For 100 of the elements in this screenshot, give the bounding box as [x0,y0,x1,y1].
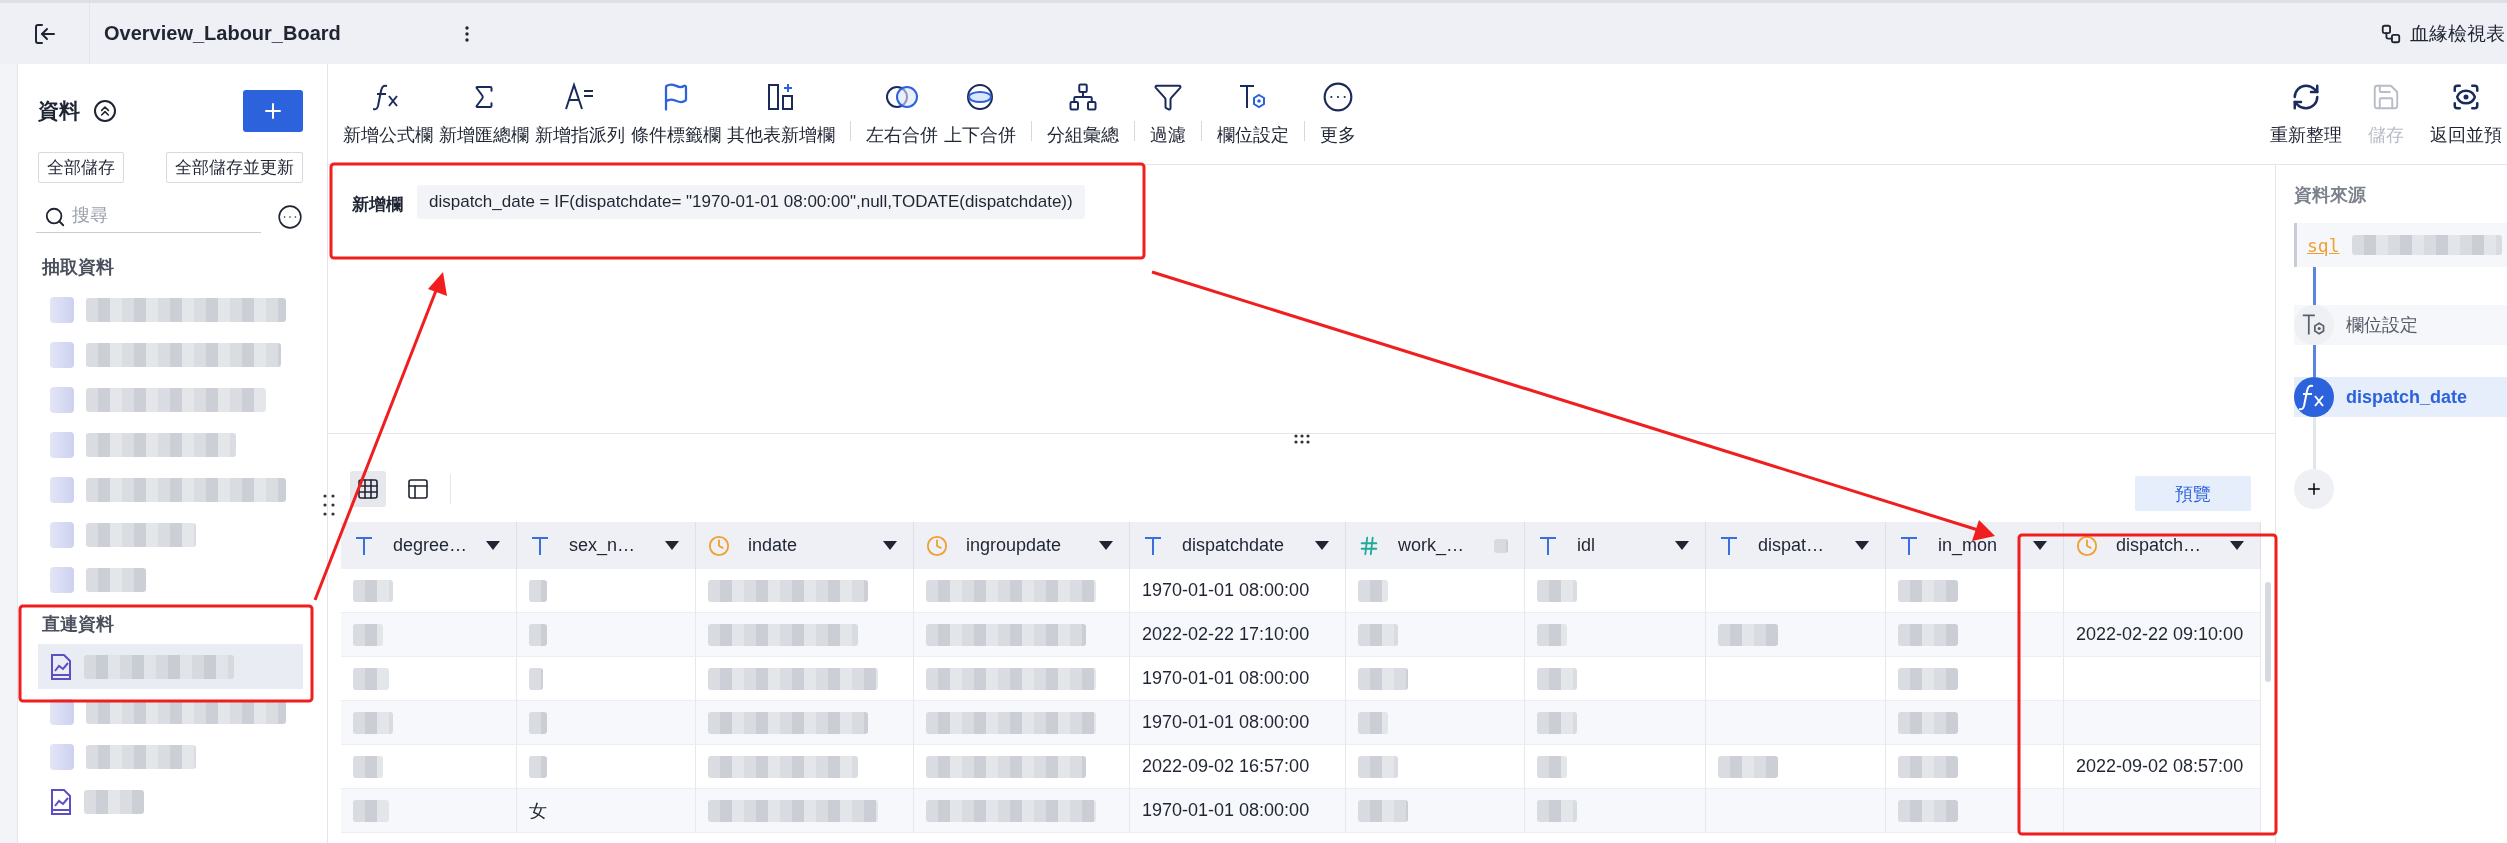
column-header[interactable]: dispatchdate [1130,522,1346,569]
pixelated-patch [1898,579,1958,602]
add-step-button[interactable] [2294,469,2334,509]
pixelated-patch [1358,667,1408,690]
column-header[interactable]: work_… [1346,522,1525,569]
text-type-icon [1142,534,1164,557]
toolbar-button[interactable]: 新增匯總欄 [436,81,532,147]
blurred-file-icon [50,566,74,593]
add-button[interactable] [243,90,303,132]
board-title: Overview_Labour_Board [104,22,341,45]
toolbar-button[interactable]: 過濾 [1147,81,1189,147]
caret-icon[interactable] [883,540,897,551]
column-header[interactable]: in_mon [1886,522,2064,569]
clock-icon [708,534,730,557]
column-header[interactable]: indate [696,522,914,569]
save-button[interactable]: 全部儲存並更新 [166,152,303,183]
pipeline-step[interactable]: 欄位設定 [2294,305,2507,345]
blurred-file-icon [50,341,74,368]
pixelated-patch [1898,799,1958,822]
save-button[interactable]: 全部儲存 [38,152,124,183]
text-type-icon [1537,534,1559,557]
caret-icon[interactable] [1099,540,1113,551]
toolbar-button[interactable]: 更多 [1317,81,1359,147]
group-title: 抽取資料 [42,256,115,279]
pixelated-patch [529,579,547,602]
table-cell: 2022-02-22 09:10:00 [2064,613,2261,657]
pixelated-patch [1537,579,1577,602]
collapse-button[interactable] [94,100,116,122]
text-type-icon [529,534,551,557]
toolbar-button[interactable]: 上下合併 [941,81,1019,147]
table-cell: 1970-01-01 08:00:00 [1130,701,1346,745]
pixelated-patch [1358,579,1388,602]
grid-icon [356,476,380,501]
column-header[interactable]: ingroupdate [914,522,1130,569]
pixelated-patch [1718,623,1778,646]
toolbar-button[interactable]: 其他表新增欄 [724,81,838,147]
action-button[interactable]: 重新整理 [2267,81,2345,147]
blurred-file-icon [50,476,74,503]
scrollbar-thumb[interactable] [2265,582,2271,682]
preview-button[interactable]: 預覽 [2135,476,2251,511]
caret-icon[interactable] [665,540,679,551]
column-header[interactable]: dispat… [1706,522,1886,569]
hash-icon [1358,534,1380,557]
function-node[interactable] [2294,377,2334,417]
hierarchy-icon [1068,82,1098,112]
toolbar-button[interactable]: 欄位設定 [1214,81,1292,147]
sidebar-title: 資料 [38,98,80,124]
drag-handle-icon[interactable] [1293,434,1310,444]
pixelated-patch [1898,711,1958,734]
toolbar-button[interactable]: 分組彙總 [1044,81,1122,147]
caret-icon[interactable] [1855,540,1869,551]
column-header[interactable]: dispatch… [2064,522,2261,569]
kebab-icon [464,25,469,42]
table-cell: 2022-02-22 17:10:00 [1130,613,1346,657]
preview-icon [2451,82,2481,112]
pixelated-patch [1537,667,1577,690]
blurred-file-icon [50,743,74,770]
caret-icon[interactable] [2230,540,2244,551]
formula-label: 新增欄 [352,194,403,216]
chart-file-icon [50,788,72,815]
chart-file-icon [50,653,72,680]
table-cell: 1970-01-01 08:00:00 [1130,657,1346,701]
clock-icon [926,534,948,557]
pixelated-patch [353,755,383,778]
plus-icon [2305,480,2323,498]
caret-icon[interactable] [486,540,500,551]
pixelated-patch [353,799,389,822]
pixelated-patch [529,667,543,690]
pixelated-patch [1358,623,1398,646]
pixelated-patch [353,623,383,646]
column-header[interactable]: sex_n… [517,522,696,569]
blurred-file-icon [50,521,74,548]
caret-icon[interactable] [2033,540,2047,551]
toolbar-button[interactable]: 左右合併 [863,81,941,147]
pixelated-patch [1537,623,1567,646]
toolbar-button[interactable]: 新增公式欄 [340,81,436,147]
table-cell: 1970-01-01 08:00:00 [1130,569,1346,613]
filter-icon [1153,82,1183,112]
caret-icon[interactable] [1675,540,1689,551]
pixelated-patch [1898,755,1958,778]
column-plus-icon [766,82,796,112]
pixelated-patch [353,711,393,734]
caret-icon[interactable] [1315,540,1329,551]
column-header[interactable]: idl [1525,522,1706,569]
text-type-icon [1718,534,1740,557]
pixelated-patch [84,789,144,814]
drag-handle-icon[interactable] [323,494,335,516]
search-field[interactable]: 搜尋 [36,201,261,233]
pipeline-step[interactable]: dispatch_date [2294,377,2507,417]
more-icon[interactable] [277,204,303,230]
text-type-icon [1898,534,1920,557]
action-button[interactable]: 返回並預 [2427,81,2505,147]
view-toggle[interactable] [350,470,386,507]
toolbar-button[interactable]: 新增指派列 [532,81,628,147]
pixelated-patch [1358,755,1398,778]
column-header[interactable]: degree… [341,522,517,569]
pixelated-patch [1898,623,1958,646]
toolbar-button[interactable]: 條件標籤欄 [628,81,724,147]
save-icon [2371,82,2401,112]
lineage-link[interactable]: 血緣檢視表 [2410,20,2505,47]
